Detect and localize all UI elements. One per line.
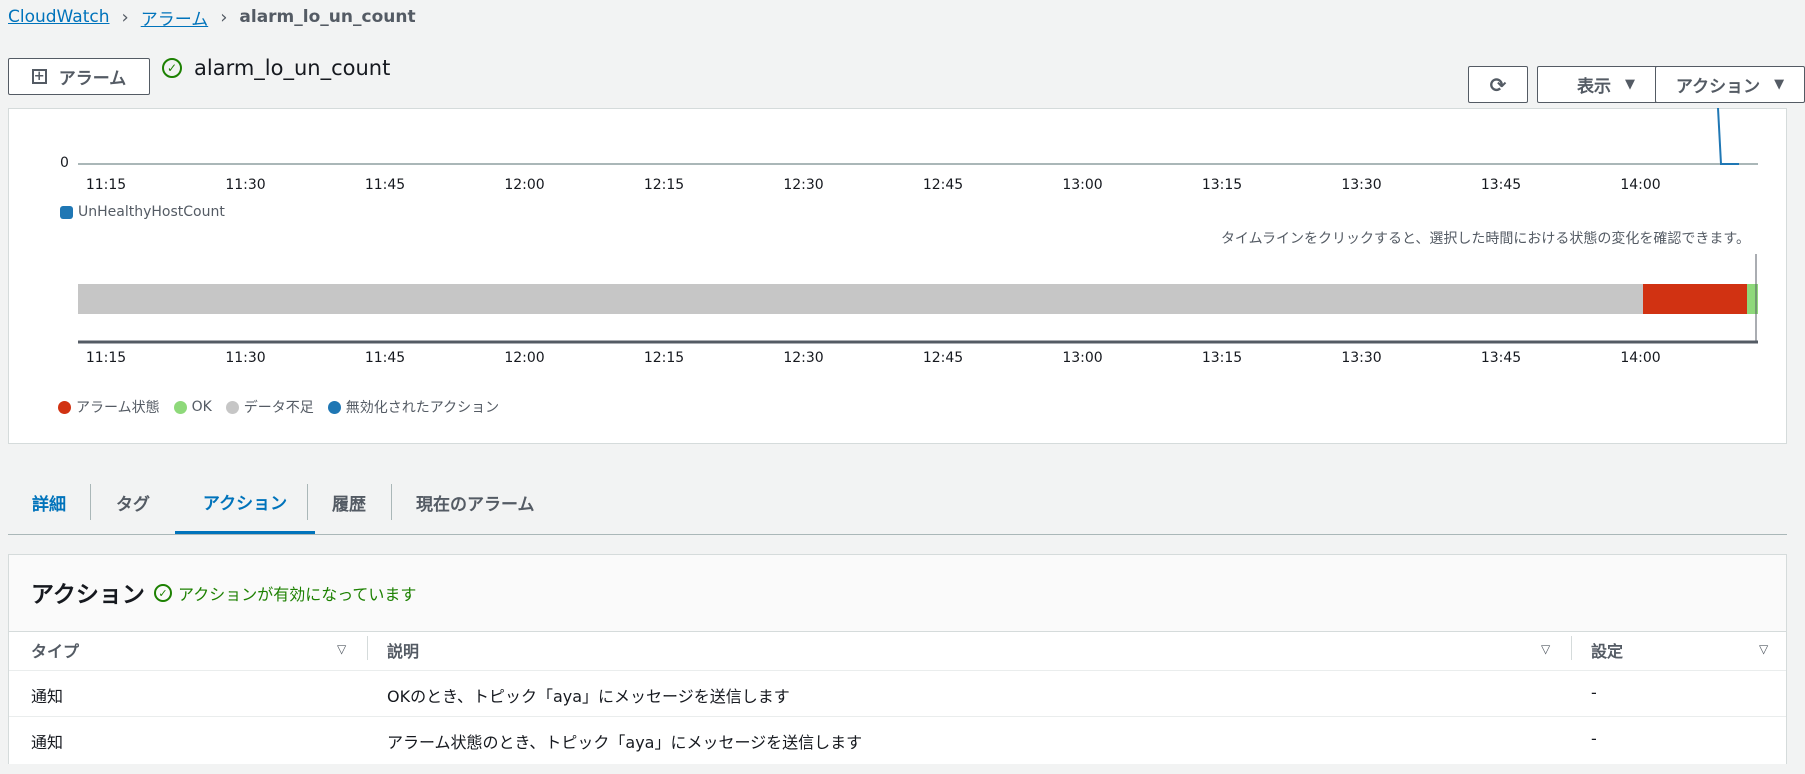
actions-panel: アクション ✓ アクションが有効になっています タイプ ▽ 説明 ▽ 設定 ▽ …: [8, 554, 1787, 764]
x-tick-label: 14:00: [1620, 350, 1661, 366]
col-description-header[interactable]: 説明: [387, 638, 419, 662]
timeline-legend: アラーム状態 OK データ不足 無効化されたアクション: [58, 397, 499, 417]
refresh-button[interactable]: ⟳: [1468, 66, 1528, 103]
sort-caret-icon[interactable]: ▽: [337, 642, 346, 656]
legend-insufficient-label: データ不足: [243, 400, 314, 416]
row-type: 通知: [31, 687, 64, 706]
actions-panel-title: アクション: [31, 582, 145, 608]
x-tick-label: 13:00: [1062, 350, 1103, 366]
x-tick-label: 13:45: [1480, 350, 1522, 366]
actions-status-label: アクションが有効になっています: [178, 585, 417, 604]
legend-disabled-swatch: [327, 400, 341, 414]
series-line: [1717, 107, 1739, 165]
col-config-header[interactable]: 設定: [1591, 638, 1623, 662]
x-tick-label: 12:30: [783, 177, 824, 193]
tab-current-alarms[interactable]: 現在のアラーム: [416, 472, 535, 532]
plus-square-icon: +: [31, 69, 47, 84]
x-tick-label: 12:30: [783, 350, 824, 366]
x-tick-label: 12:45: [922, 350, 964, 366]
row-config: -: [1591, 683, 1597, 702]
breadcrumb-alarms[interactable]: アラーム: [141, 5, 209, 30]
chevron-right-icon: ›: [121, 6, 129, 28]
timeline-hint: タイムラインをクリックすると、選択した時間における状態の変化を確認できます。: [1220, 231, 1750, 247]
breadcrumb-current: alarm_lo_un_count: [239, 7, 416, 27]
x-tick-label: 12:15: [643, 177, 685, 193]
breadcrumb-cloudwatch[interactable]: CloudWatch: [8, 7, 110, 27]
actions-dropdown-button[interactable]: アクション ▼: [1655, 66, 1805, 103]
actions-label: アクション: [1675, 77, 1761, 97]
x-tick-label: 11:30: [225, 177, 266, 193]
table-row: 通知 アラーム状態のとき、トピック「aya」にメッセージを送信します -: [9, 716, 1786, 763]
legend-ok-swatch: [173, 400, 187, 414]
sort-caret-icon[interactable]: ▽: [1541, 642, 1550, 656]
x-tick-label: 12:45: [922, 177, 964, 193]
tab-actions[interactable]: アクション: [175, 472, 315, 534]
x-tick-label: 12:15: [643, 350, 685, 366]
state-timeline[interactable]: [0, 250, 1805, 350]
alarm-name: alarm_lo_un_count: [194, 56, 391, 80]
x-tick-label: 12:00: [504, 350, 545, 366]
timeline-insufficient-segment: [78, 284, 1643, 314]
x-tick-label: 12:00: [504, 177, 545, 193]
col-type-header[interactable]: タイプ: [31, 638, 79, 662]
legend-ok-label: OK: [191, 399, 212, 415]
tab-bar: 詳細 タグ アクション 履歴 現在のアラーム: [8, 472, 1787, 535]
add-alarm-label: アラーム: [58, 69, 127, 89]
x-tick-label: 11:45: [364, 177, 406, 193]
x-tick-label: 13:30: [1341, 350, 1382, 366]
x-tick-label: 13:00: [1062, 177, 1103, 193]
legend-alarm-swatch: [58, 400, 71, 414]
x-tick-label: 13:15: [1201, 350, 1243, 366]
chevron-right-icon: ›: [220, 6, 228, 28]
row-config: -: [1591, 729, 1597, 748]
x-tick-label: 11:30: [225, 350, 266, 366]
x-tick-label: 11:45: [364, 350, 406, 366]
metric-legend: UnHealthyHostCount: [60, 204, 225, 220]
x-tick-label: 14:00: [1620, 177, 1661, 193]
tab-details[interactable]: 詳細: [32, 472, 66, 532]
x-tick-label: 13:15: [1201, 177, 1243, 193]
table-row: 通知 OKのとき、トピック「aya」にメッセージを送信します -: [9, 670, 1786, 717]
row-description: OKのとき、トピック「aya」にメッセージを送信します: [387, 687, 790, 706]
tab-tags[interactable]: タグ: [116, 472, 150, 532]
breadcrumb: CloudWatch › アラーム › alarm_lo_un_count: [8, 0, 416, 34]
x-tick-label: 13:30: [1341, 177, 1382, 193]
legend-swatch: [60, 205, 73, 219]
timeline-alarm-segment: [1643, 284, 1747, 314]
actions-table: タイプ ▽ 説明 ▽ 設定 ▽ 通知 OKのとき、トピック「aya」にメッセージ…: [9, 631, 1786, 764]
sort-caret-icon[interactable]: ▽: [1759, 642, 1768, 656]
x-tick-label: 11:15: [85, 177, 127, 193]
caret-down-icon: ▼: [1625, 77, 1635, 92]
legend-label: UnHealthyHostCount: [78, 204, 225, 220]
row-description: アラーム状態のとき、トピック「aya」にメッセージを送信します: [387, 733, 863, 752]
view-label: 表示: [1577, 77, 1611, 97]
page-title: ✓ alarm_lo_un_count: [162, 56, 390, 80]
refresh-icon: ⟳: [1489, 72, 1507, 97]
add-alarm-button[interactable]: + アラーム: [8, 58, 150, 95]
row-type: 通知: [31, 733, 64, 752]
metric-chart[interactable]: [0, 100, 1805, 180]
legend-disabled-label: 無効化されたアクション: [345, 400, 500, 416]
actions-status: ✓ アクションが有効になっています: [154, 581, 416, 605]
success-check-icon: ✓: [154, 584, 172, 602]
x-tick-label: 11:15: [85, 350, 127, 366]
caret-down-icon: ▼: [1774, 77, 1785, 92]
tab-history[interactable]: 履歴: [332, 472, 366, 532]
success-check-icon: ✓: [162, 58, 182, 78]
legend-insufficient-swatch: [225, 400, 239, 414]
legend-alarm-label: アラーム状態: [76, 400, 160, 416]
x-tick-label: 13:45: [1480, 177, 1522, 193]
